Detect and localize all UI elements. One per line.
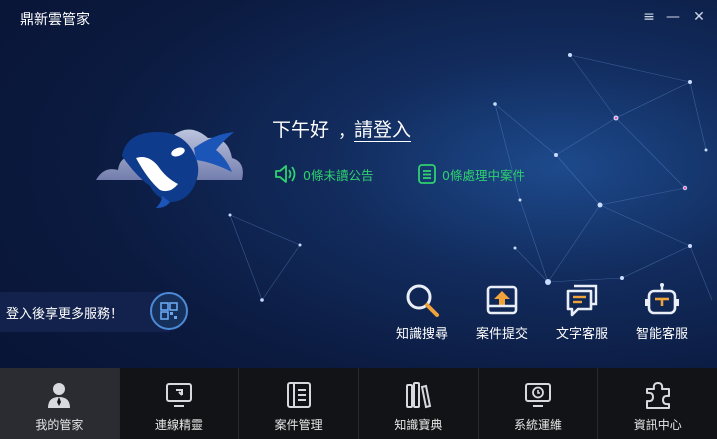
nav-item-case-management[interactable]: 案件管理	[239, 368, 360, 439]
nav-label: 知識寶典	[394, 418, 443, 432]
whale-mascot	[96, 129, 243, 208]
document-list-icon	[286, 382, 311, 408]
unread-notices-label: 0條未讀公告	[303, 167, 374, 183]
upload-tray-icon	[486, 285, 518, 315]
nav-item-connection-wizard[interactable]: 連線精靈	[120, 368, 240, 439]
menu-icon[interactable]: ≡	[638, 6, 660, 28]
login-promo-banner[interactable]: 登入後享更多服務！	[0, 292, 170, 332]
quick-action-submit-case[interactable]: 案件提交	[472, 282, 532, 342]
greeting-separator: ，	[338, 122, 355, 142]
user-icon	[48, 383, 71, 408]
quick-action-text-service[interactable]: 文字客服	[552, 282, 612, 342]
chat-bubble-icon	[566, 284, 598, 317]
nav-item-knowledge-base[interactable]: 知識寶典	[359, 368, 479, 439]
pending-cases[interactable]: 0條處理中案件	[417, 162, 525, 186]
nav-label: 資訊中心	[633, 418, 682, 432]
nav-item-info-center[interactable]: 資訊中心	[598, 368, 717, 439]
nav-item-my-butler[interactable]: 我的管家	[0, 368, 120, 439]
list-icon	[418, 164, 436, 184]
qr-login-button[interactable]	[150, 292, 188, 330]
pending-cases-label: 0條處理中案件	[442, 167, 525, 183]
monitor-clock-icon	[525, 383, 552, 407]
greeting-text: 下午好	[272, 119, 330, 141]
robot-icon	[645, 283, 679, 315]
quick-action-smart-service[interactable]: 智能客服	[632, 282, 692, 342]
speaker-icon	[275, 165, 296, 183]
promo-text: 登入後享更多服務！	[6, 307, 124, 322]
books-icon	[406, 382, 432, 409]
quick-action-label: 智能客服	[635, 327, 688, 342]
minimize-icon[interactable]: —	[662, 6, 684, 28]
nav-label: 案件管理	[274, 418, 323, 432]
nav-label: 我的管家	[35, 418, 84, 432]
puzzle-icon	[645, 382, 670, 409]
quick-action-label: 知識搜尋	[395, 327, 448, 342]
unread-notices[interactable]: 0條未讀公告	[274, 162, 373, 186]
close-icon[interactable]: ✕	[688, 6, 710, 28]
nav-label: 系統運維	[514, 418, 563, 432]
qr-code-icon	[160, 302, 178, 320]
title-bar: 鼎新雲管家 ≡ — ✕	[0, 0, 717, 34]
bottom-navigation: 我的管家 連線精靈 案件管理 知識寶典 系統運維 資訊中心	[0, 368, 717, 439]
quick-action-label: 案件提交	[475, 327, 528, 342]
app-window: 鼎新雲管家 ≡ — ✕ 下午好 ， 請登入 0條未讀公告 0條處理中案件 登入後…	[0, 0, 717, 439]
nav-item-system-ops[interactable]: 系統運維	[479, 368, 599, 439]
nav-label: 連線精靈	[155, 418, 204, 432]
app-title: 鼎新雲管家	[20, 12, 90, 28]
remote-monitor-icon	[166, 383, 192, 407]
magnifier-icon	[406, 284, 439, 317]
quick-action-knowledge-search[interactable]: 知識搜尋	[392, 282, 452, 342]
quick-action-label: 文字客服	[555, 327, 608, 342]
login-link[interactable]: 請登入	[354, 115, 411, 142]
